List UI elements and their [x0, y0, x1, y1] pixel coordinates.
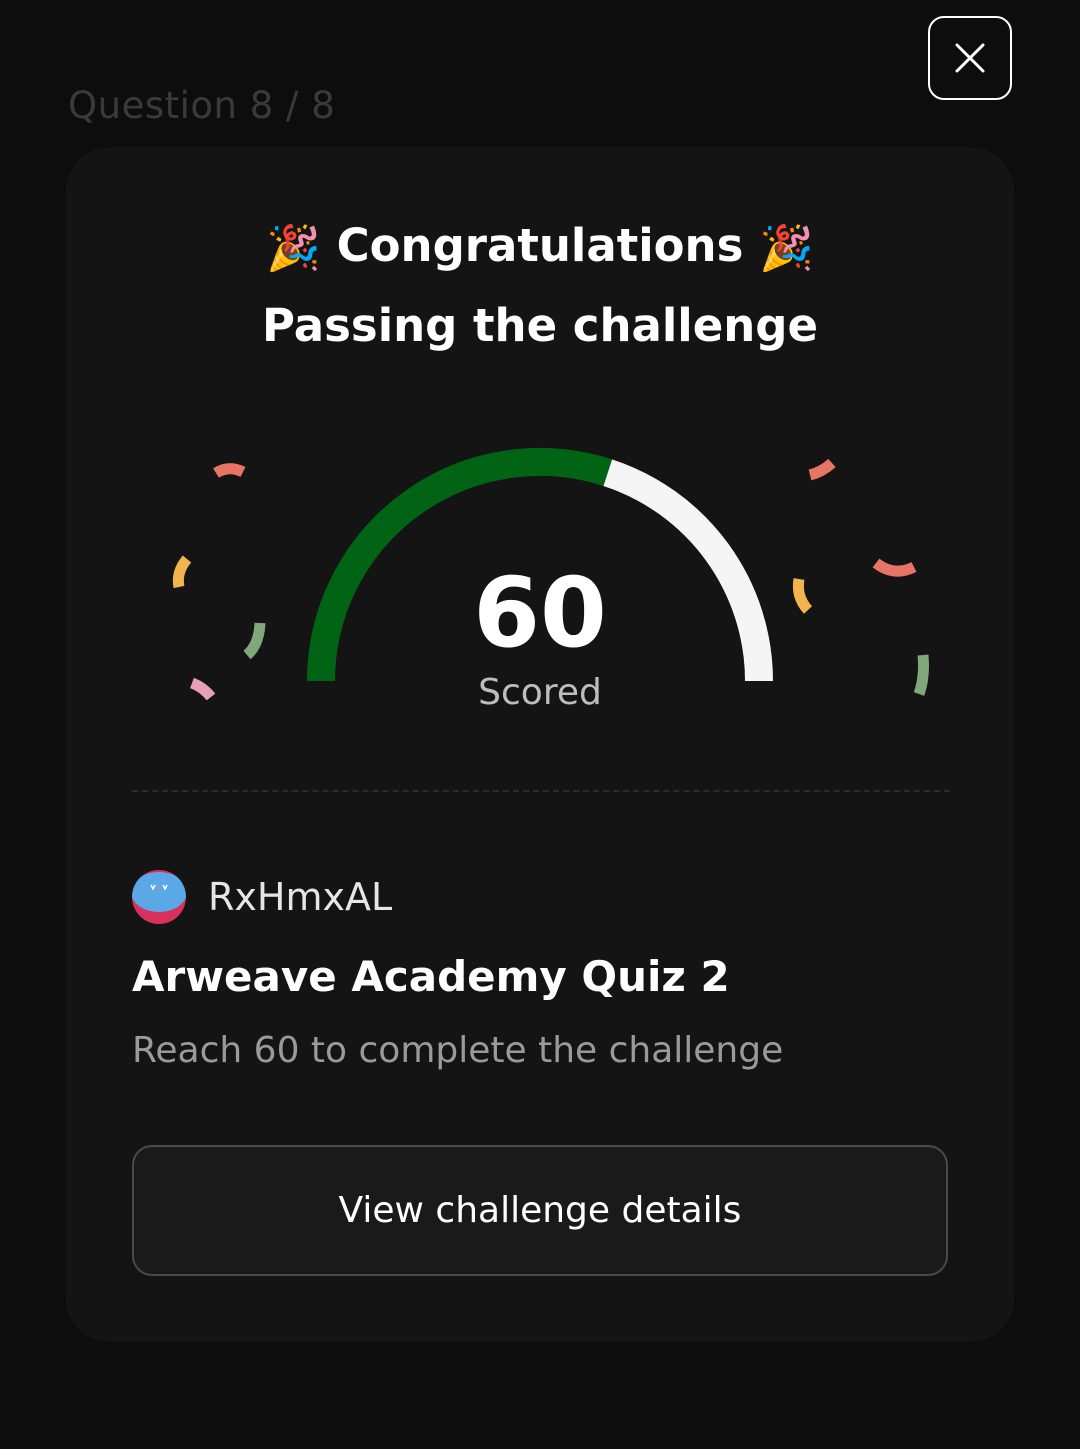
creator-name: RxHmxAL — [208, 875, 393, 919]
close-icon — [955, 43, 985, 73]
divider — [132, 790, 950, 792]
congratulations-heading: 🎉 Congratulations 🎉 — [66, 219, 1014, 274]
avatar-icon — [132, 870, 186, 924]
quiz-title: Arweave Academy Quiz 2 — [132, 952, 730, 1001]
score-label: Scored — [478, 672, 602, 713]
view-challenge-details-button[interactable]: View challenge details — [132, 1145, 948, 1276]
creator-row: RxHmxAL — [132, 869, 392, 925]
party-popper-icon: 🎉 — [759, 223, 814, 274]
party-popper-icon: 🎉 — [266, 223, 321, 274]
close-button[interactable] — [928, 16, 1012, 100]
confetti-piece — [213, 463, 246, 478]
result-card: 🎉 Congratulations 🎉 Passing the challeng… — [66, 147, 1014, 1342]
question-counter: Question 8 / 8 — [68, 84, 336, 127]
quiz-result-screen: Question 8 / 8 🎉 Congratulations 🎉 Passi… — [0, 0, 1080, 1449]
congratulations-text: Congratulations — [336, 219, 744, 272]
score-value: 60 — [473, 557, 607, 669]
result-subtitle: Passing the challenge — [262, 299, 818, 352]
confetti-piece — [808, 458, 836, 481]
quiz-description: Reach 60 to complete the challenge — [132, 1030, 784, 1071]
